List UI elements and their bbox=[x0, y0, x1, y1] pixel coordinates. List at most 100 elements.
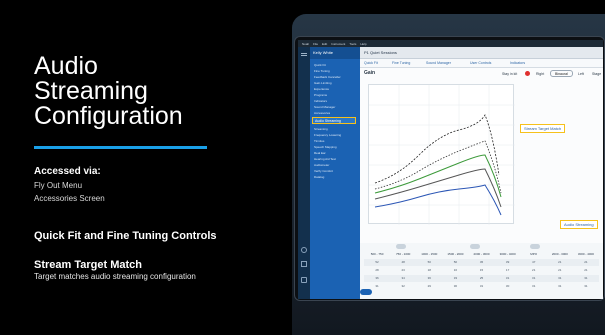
col-header: 500 - 750 bbox=[370, 252, 384, 256]
flyout-item[interactable]: Gain Limiting bbox=[314, 81, 332, 85]
slider-thumb[interactable] bbox=[470, 244, 480, 249]
cell[interactable]: 21 bbox=[547, 259, 573, 266]
menu-tools[interactable]: Tools bbox=[349, 42, 356, 46]
flyout-item[interactable]: Streaming bbox=[314, 127, 328, 131]
cell[interactable]: 31 bbox=[495, 275, 521, 282]
stay-in-kit-toggle[interactable]: Stay in kit bbox=[502, 72, 517, 76]
flyout-item[interactable]: Audiometer bbox=[314, 163, 329, 167]
flyout-item[interactable]: Quick Fit bbox=[314, 63, 326, 67]
flyout-item[interactable]: Programs bbox=[314, 93, 327, 97]
flyout-item[interactable]: Frequency Lowering bbox=[314, 133, 341, 137]
cell[interactable]: 33 bbox=[442, 275, 468, 282]
curve-blue bbox=[374, 184, 502, 216]
slider-thumb[interactable] bbox=[530, 244, 540, 249]
menu-instrument[interactable]: Instrument bbox=[331, 42, 345, 46]
col-header: 2000 - 3000 bbox=[473, 252, 490, 256]
flyout-item[interactable]: Datalog bbox=[314, 175, 324, 179]
flyout-item[interactable]: Real Ear bbox=[314, 151, 326, 155]
menu-help[interactable]: Help bbox=[360, 42, 366, 46]
tab-user-controls[interactable]: User Controls bbox=[470, 61, 491, 65]
tab-fine-tuning[interactable]: Fine Tuning bbox=[392, 61, 410, 65]
curve-green bbox=[374, 154, 502, 198]
flyout-item[interactable]: Accessories bbox=[314, 111, 330, 115]
cell[interactable]: 31 bbox=[521, 275, 547, 282]
cell[interactable]: 36 bbox=[364, 275, 390, 282]
menu-edit[interactable]: Edit bbox=[322, 42, 327, 46]
flyout-item[interactable]: Feedback Canceller bbox=[314, 75, 341, 79]
flyout-item[interactable]: Speech Mapping bbox=[314, 145, 337, 149]
flyout-item[interactable]: Tinnitus bbox=[314, 139, 324, 143]
audio-streaming-callout[interactable]: Audio Streaming bbox=[560, 220, 598, 229]
slider-thumb[interactable] bbox=[396, 244, 406, 249]
cell[interactable]: 21 bbox=[547, 267, 573, 274]
flyout-item-audio-streaming[interactable]: Audio Streaming bbox=[312, 117, 356, 124]
stop-icon[interactable] bbox=[525, 71, 530, 76]
table-row: 52 48 50 50 45 39 47 21 21 bbox=[364, 259, 599, 266]
cell[interactable]: 50 bbox=[442, 259, 468, 266]
cell[interactable]: 32 bbox=[390, 283, 416, 290]
flyout-item[interactable]: Experience bbox=[314, 87, 329, 91]
cell[interactable]: 48 bbox=[390, 259, 416, 266]
cell[interactable]: 17 bbox=[495, 267, 521, 274]
ear-left[interactable]: Left bbox=[578, 72, 584, 76]
menu-file[interactable]: File bbox=[313, 42, 318, 46]
cell[interactable]: 29 bbox=[416, 283, 442, 290]
flyout-item[interactable]: Fine Tuning bbox=[314, 69, 330, 73]
stream-target-heading: Stream Target Match bbox=[34, 259, 142, 271]
cell[interactable]: 36 bbox=[416, 275, 442, 282]
title-line-3: Configuration bbox=[34, 102, 183, 130]
stream-target-text: Target matches audio streaming configura… bbox=[34, 272, 196, 281]
cell[interactable]: 21 bbox=[573, 267, 599, 274]
cell[interactable]: 50 bbox=[416, 259, 442, 266]
flyout-item[interactable]: Hearing Aid Test bbox=[314, 157, 336, 161]
flyout-item[interactable]: Indicators bbox=[314, 99, 327, 103]
hamburger-icon[interactable] bbox=[301, 53, 307, 54]
ear-right[interactable]: Right bbox=[536, 72, 544, 76]
cell[interactable]: 39 bbox=[495, 259, 521, 266]
flyout-item[interactable]: Sound Manager bbox=[314, 105, 335, 109]
device-icon[interactable] bbox=[301, 261, 307, 267]
ear-stage[interactable]: Stage bbox=[592, 72, 601, 76]
accessed-via-item-1: Fly Out Menu bbox=[34, 181, 83, 190]
cell[interactable]: 52 bbox=[364, 259, 390, 266]
cell[interactable]: 25 bbox=[468, 275, 494, 282]
stream-target-match-callout[interactable]: Stream Target Match bbox=[520, 124, 566, 133]
cell[interactable]: 23 bbox=[390, 267, 416, 274]
cell[interactable]: 21 bbox=[521, 267, 547, 274]
cell[interactable]: 31 bbox=[547, 283, 573, 290]
cell[interactable]: 16 bbox=[442, 267, 468, 274]
cell[interactable]: 31 bbox=[547, 275, 573, 282]
cell[interactable]: 28 bbox=[364, 267, 390, 274]
title-line-1: Audio bbox=[34, 52, 98, 80]
tab-indicators[interactable]: Indicators bbox=[510, 61, 525, 65]
connect-button[interactable] bbox=[360, 289, 372, 295]
program-name[interactable]: P1 Quiet Sessions bbox=[364, 50, 397, 55]
tab-quick-fit[interactable]: Quick Fit bbox=[364, 61, 378, 65]
accessed-via-heading: Accessed via: bbox=[34, 166, 101, 177]
gain-graph bbox=[368, 84, 515, 225]
fly-out-menu: Quick Fit Fine Tuning Feedback Canceller… bbox=[310, 47, 360, 299]
tab-sound-manager[interactable]: Sound Manager bbox=[426, 61, 451, 65]
cell[interactable]: 31 bbox=[573, 283, 599, 290]
mode-binaural[interactable]: Binaural bbox=[550, 70, 573, 77]
cell[interactable]: 30 bbox=[495, 283, 521, 290]
save-icon[interactable] bbox=[301, 277, 307, 283]
cell[interactable]: 18 bbox=[416, 267, 442, 274]
slide-title: Audio Streaming Configuration bbox=[34, 54, 284, 129]
cell[interactable]: 21 bbox=[573, 259, 599, 266]
cell[interactable]: 31 bbox=[521, 283, 547, 290]
cell[interactable]: 31 bbox=[468, 283, 494, 290]
app-screen: Noah File Edit Instrument Tools Help Qui… bbox=[298, 40, 603, 299]
cell[interactable]: 31 bbox=[573, 275, 599, 282]
hamburger-icon-line bbox=[301, 55, 307, 56]
cell[interactable]: 15 bbox=[468, 267, 494, 274]
settings-icon[interactable] bbox=[301, 247, 307, 253]
cell[interactable]: 30 bbox=[442, 283, 468, 290]
cell[interactable]: 34 bbox=[390, 275, 416, 282]
flyout-item[interactable]: Verify Comfort bbox=[314, 169, 333, 173]
cell[interactable]: 45 bbox=[468, 259, 494, 266]
gain-curves bbox=[369, 85, 515, 225]
col-header: 2000 - 3000 bbox=[551, 252, 568, 256]
menu-noah[interactable]: Noah bbox=[302, 42, 309, 46]
cell[interactable]: 47 bbox=[521, 259, 547, 266]
